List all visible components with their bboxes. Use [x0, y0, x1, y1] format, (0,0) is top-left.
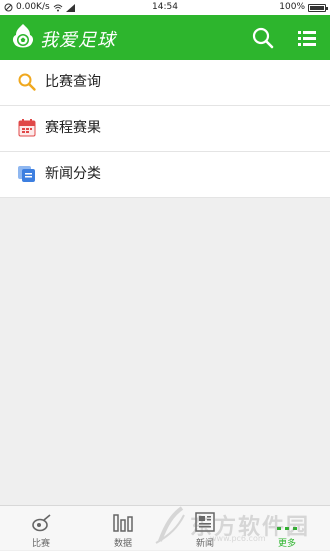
menu-item-label: 比赛查询 — [45, 74, 101, 90]
app-bar: 我爱足球 — [0, 15, 330, 60]
app-title: 我爱足球 — [40, 30, 116, 51]
newspaper-icon — [195, 512, 215, 532]
menu-item-news-category[interactable]: 新闻分类 — [0, 152, 330, 198]
menu-item-label: 赛程赛果 — [45, 120, 101, 136]
calendar-icon — [18, 119, 36, 137]
tab-matches[interactable]: 比赛 — [0, 506, 82, 551]
status-bar: 0.00K/s 14:54 100% — [0, 0, 330, 15]
menu-item-schedule-results[interactable]: 赛程赛果 — [0, 106, 330, 152]
menu-list: 比赛查询 赛程赛果 新闻分类 — [0, 60, 330, 198]
tab-label: 数据 — [113, 539, 132, 549]
tab-more[interactable]: 更多 — [246, 506, 328, 551]
tab-news[interactable]: 新闻 — [164, 506, 246, 551]
whistle-icon — [32, 514, 51, 532]
tab-label: 更多 — [277, 539, 296, 549]
menu-item-label: 新闻分类 — [45, 166, 101, 182]
battery-percent: 100% — [279, 2, 305, 12]
bar-chart-icon — [113, 514, 133, 532]
menu-item-match-query[interactable]: 比赛查询 — [0, 60, 330, 106]
tab-label: 新闻 — [195, 539, 214, 549]
search-button[interactable] — [250, 25, 276, 51]
bottom-nav: 比赛 数据 新闻 更多 — [0, 505, 330, 550]
menu-button[interactable] — [294, 25, 320, 51]
more-dots-icon — [277, 527, 297, 530]
tab-data[interactable]: 数据 — [82, 506, 164, 551]
battery-icon — [308, 3, 328, 12]
search-icon — [18, 73, 36, 91]
tab-label: 比赛 — [31, 539, 50, 549]
search-icon — [252, 27, 274, 49]
list-menu-icon — [298, 31, 316, 46]
football-logo-icon — [12, 24, 34, 48]
news-category-icon — [18, 166, 35, 182]
